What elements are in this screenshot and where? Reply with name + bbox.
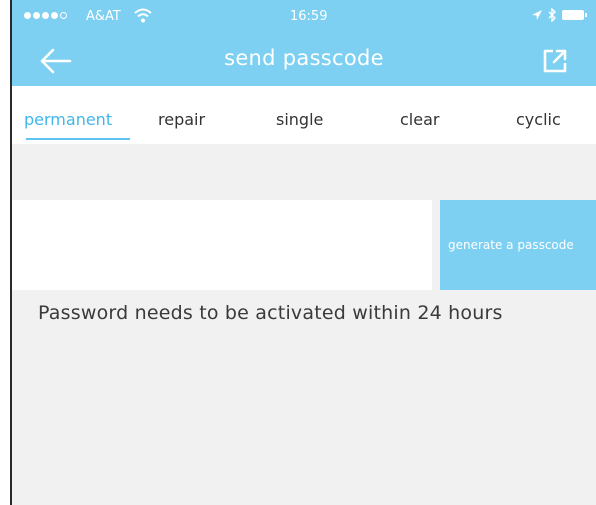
- activation-notice: Password needs to be activated within 24…: [38, 302, 503, 324]
- passcode-row: generate a passcode: [12, 200, 596, 290]
- signal-strength-icon: [24, 12, 67, 19]
- battery-icon: [562, 10, 587, 20]
- page-title: send passcode: [224, 46, 384, 70]
- location-arrow-icon: [532, 10, 542, 20]
- wifi-icon: [134, 8, 152, 23]
- tab-clear[interactable]: clear: [400, 110, 439, 129]
- bluetooth-icon: [548, 8, 556, 22]
- tab-cyclic[interactable]: cyclic: [516, 110, 561, 129]
- carrier-name: A&AT: [86, 9, 121, 24]
- tab-repair[interactable]: repair: [158, 110, 205, 129]
- passcode-type-tabs: permanent repair single clear cyclic: [12, 86, 596, 144]
- status-time: 16:59: [290, 9, 328, 24]
- app-header: A&AT 16:59 send passcode: [12, 0, 596, 86]
- app-screen: A&AT 16:59 send passcode permanent repai…: [10, 0, 596, 505]
- active-tab-indicator: [26, 138, 130, 140]
- nav-bar: send passcode: [12, 36, 596, 86]
- tab-single[interactable]: single: [276, 110, 323, 129]
- generate-passcode-button[interactable]: generate a passcode: [440, 200, 596, 290]
- share-export-icon[interactable]: [540, 46, 570, 76]
- status-bar: A&AT 16:59: [12, 0, 596, 36]
- passcode-input[interactable]: [12, 200, 432, 290]
- tab-permanent[interactable]: permanent: [24, 110, 112, 129]
- status-right-icons: [532, 8, 587, 22]
